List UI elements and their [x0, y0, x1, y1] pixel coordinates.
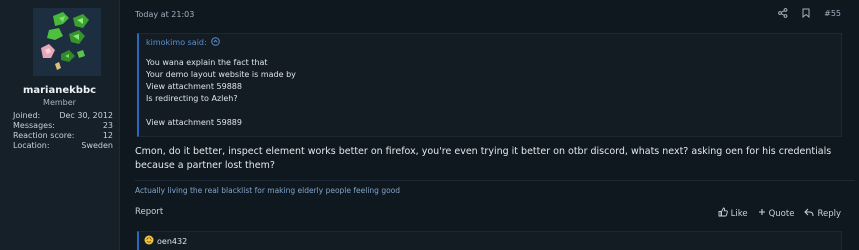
stat-label: Location:	[13, 141, 50, 150]
avatar[interactable]	[33, 8, 101, 76]
thumbs-up-icon	[718, 207, 728, 220]
reactions-bar: oen432	[137, 231, 842, 250]
post-date[interactable]: Today at 21:03	[135, 10, 194, 19]
quote-block: kimokimo said: You wana explain the fact…	[137, 33, 842, 137]
user-role: Member	[43, 98, 76, 107]
post-content: Cmon, do it better, inspect element work…	[135, 146, 832, 171]
user-panel: marianekbbc Member Joined: Dec 30, 2012 …	[0, 0, 120, 250]
expand-icon[interactable]	[210, 37, 220, 48]
stat-value: Dec 30, 2012	[59, 111, 113, 120]
share-icon[interactable]	[778, 8, 788, 18]
stat-label: Reaction score:	[13, 131, 75, 140]
quote-attachment-link[interactable]: View attachment 59888	[146, 81, 296, 93]
stat-value: Sweden	[81, 141, 113, 150]
quote-line: You wana explain the fact that	[146, 58, 268, 67]
stat-value: 12	[102, 131, 113, 140]
message-main: Today at 21:03 #55 kimokimo said: You wa…	[120, 0, 859, 250]
quote-header[interactable]: kimokimo said:	[146, 37, 220, 48]
stat-joined: Joined: Dec 30, 2012	[13, 111, 113, 121]
signature-divider	[135, 180, 855, 181]
reaction-emoji-icon	[144, 235, 154, 247]
plus-icon	[758, 208, 766, 219]
reply-button[interactable]: Reply	[804, 207, 841, 220]
post-actions: Like Quote Reply	[718, 207, 841, 220]
stat-reaction-score: Reaction score: 12	[13, 131, 113, 141]
stat-label: Joined:	[13, 111, 41, 120]
quote-author[interactable]: kimokimo said:	[146, 38, 207, 47]
post-meta-actions: #55	[778, 8, 841, 18]
username[interactable]: marianekbbc	[0, 85, 119, 96]
reply-label: Reply	[817, 208, 841, 219]
message-post: marianekbbc Member Joined: Dec 30, 2012 …	[0, 0, 859, 250]
reaction-user[interactable]: oen432	[157, 237, 187, 246]
stat-label: Messages:	[13, 121, 55, 130]
quote-line	[146, 105, 296, 117]
like-label: Like	[730, 208, 748, 219]
like-button[interactable]: Like	[718, 207, 748, 220]
quote-line: Is redirecting to Azleh?	[146, 94, 238, 103]
reply-icon	[804, 208, 814, 220]
post-number[interactable]: #55	[824, 9, 841, 18]
quote-line: Your demo layout website is made by	[146, 70, 296, 79]
quote-button[interactable]: Quote	[758, 207, 795, 220]
report-button[interactable]: Report	[135, 207, 163, 217]
reaction-summary[interactable]: oen432	[144, 235, 187, 247]
stat-value: 23	[102, 121, 113, 130]
quote-text: You wana explain the fact that Your demo…	[146, 57, 296, 129]
signature: Actually living the real blacklist for m…	[135, 186, 401, 195]
stat-messages: Messages: 23	[13, 121, 113, 131]
quote-label: Quote	[768, 208, 795, 219]
user-stats: Joined: Dec 30, 2012 Messages: 23 Reacti…	[13, 111, 113, 151]
bookmark-icon[interactable]	[802, 8, 810, 18]
quote-attachment-link[interactable]: View attachment 59889	[146, 117, 296, 129]
stat-location: Location: Sweden	[13, 141, 113, 151]
avatar-image	[33, 8, 101, 76]
